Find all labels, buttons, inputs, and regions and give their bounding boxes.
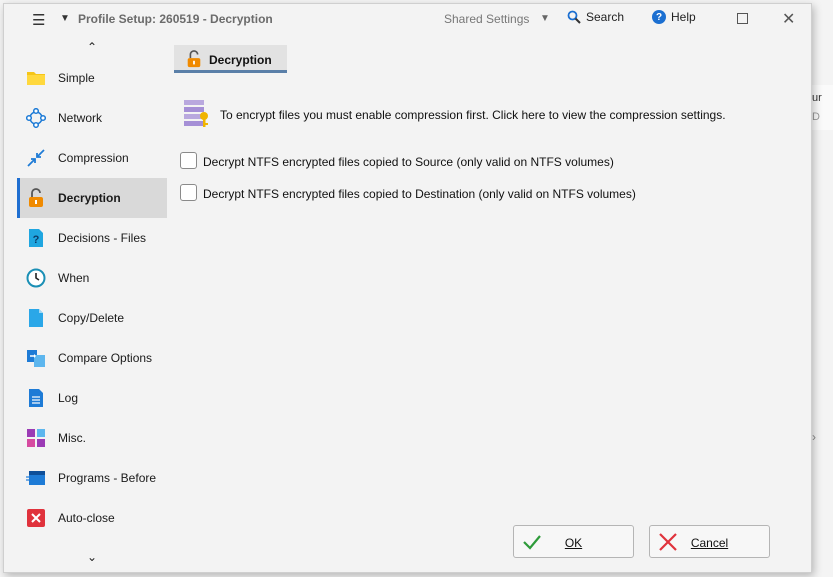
ok-label: OK [564, 536, 583, 550]
shared-settings-dropdown[interactable]: Shared Settings [444, 12, 529, 26]
maximize-icon[interactable] [737, 13, 748, 24]
sidebar-item-label: Decryption [58, 191, 121, 205]
scroll-up-button[interactable]: ⌃ [17, 37, 167, 57]
search-label: Search [586, 10, 625, 24]
background-text: ur [812, 92, 822, 104]
network-icon [26, 108, 46, 128]
chevron-down-icon[interactable]: ▼ [540, 13, 550, 24]
help-label: Help [671, 10, 696, 24]
compression-settings-link[interactable]: To encrypt files you must enable compres… [183, 99, 783, 129]
sidebar-item-misc[interactable]: Misc. [17, 418, 167, 458]
sidebar-item-decisions-files[interactable]: ? Decisions - Files [17, 218, 167, 258]
program-window-icon [26, 471, 45, 485]
compress-icon [27, 149, 45, 167]
folder-icon [27, 72, 45, 85]
question-file-icon: ? [29, 229, 43, 247]
search-button[interactable]: Search [567, 10, 624, 24]
ok-button[interactable]: OK [513, 525, 634, 558]
sidebar-item-log[interactable]: Log [17, 378, 167, 418]
sidebar-item-label: When [58, 271, 90, 285]
unlock-icon [29, 188, 43, 207]
checkbox[interactable] [180, 184, 197, 201]
sidebar-item-label: Decisions - Files [58, 231, 147, 245]
sidebar-item-label: Auto-close [58, 511, 115, 525]
sidebar-item-label: Compare Options [58, 351, 153, 365]
chevron-down-icon: ⌄ [86, 550, 98, 564]
info-text: To encrypt files you must enable compres… [220, 108, 726, 122]
sidebar-item-auto-close[interactable]: Auto-close [17, 498, 167, 538]
checkbox[interactable] [180, 152, 197, 169]
sidebar-item-programs-before[interactable]: Programs - Before [17, 458, 167, 498]
sidebar-item-compare-options[interactable]: Compare Options [17, 338, 167, 378]
sidebar-item-decryption[interactable]: Decryption [17, 178, 167, 218]
scroll-down-button[interactable]: ⌄ [17, 547, 167, 567]
checkbox-label: Decrypt NTFS encrypted files copied to D… [203, 187, 636, 201]
sidebar-item-label: Compression [58, 151, 129, 165]
sidebar-item-label: Log [58, 391, 79, 405]
hamburger-icon[interactable]: ☰ [32, 11, 45, 29]
sidebar-item-label: Copy/Delete [58, 311, 125, 325]
sidebar-item-simple[interactable]: Simple [17, 58, 167, 98]
sidebar-item-label: Programs - Before [58, 471, 157, 485]
sidebar-item-when[interactable]: When [17, 258, 167, 298]
profile-setup-dialog: ☰ ▼ Profile Setup: 260519 - Decryption S… [3, 3, 812, 573]
close-square-icon [27, 509, 45, 527]
sidebar-item-label: Misc. [58, 431, 86, 445]
chevron-down-icon[interactable]: ▼ [60, 13, 70, 24]
close-icon[interactable]: ✕ [782, 9, 795, 29]
decrypt-source-checkbox[interactable]: Decrypt NTFS encrypted files copied to S… [180, 151, 780, 171]
checkbox-label: Decrypt NTFS encrypted files copied to S… [203, 155, 614, 169]
window-title: Profile Setup: 260519 - Decryption [78, 12, 273, 26]
svg-text:?: ? [33, 234, 40, 246]
background-text: D [812, 111, 820, 123]
misc-blocks-icon [27, 429, 45, 447]
background-chevron-right-icon: › [812, 430, 816, 444]
help-button[interactable]: ? Help [652, 10, 696, 24]
decrypt-destination-checkbox[interactable]: Decrypt NTFS encrypted files copied to D… [180, 183, 780, 203]
log-file-icon [29, 389, 43, 407]
file-icon [29, 309, 43, 327]
search-icon [567, 10, 581, 24]
cancel-label: Cancel [690, 536, 729, 550]
main-panel: Decryption To encrypt files you must ena… [174, 44, 804, 524]
compare-files-icon [27, 350, 45, 367]
cancel-button[interactable]: Cancel [649, 525, 770, 558]
sidebar-item-compression[interactable]: Compression [17, 138, 167, 178]
help-icon: ? [652, 10, 666, 24]
chevron-up-icon: ⌃ [86, 40, 98, 54]
compression-key-icon [184, 100, 208, 127]
sidebar-item-label: Network [58, 111, 103, 125]
section-header-decryption: Decryption [174, 45, 287, 73]
sidebar-item-copy-delete[interactable]: Copy/Delete [17, 298, 167, 338]
sidebar-item-label: Simple [58, 71, 95, 85]
unlock-icon [187, 50, 201, 68]
title-bar: ☰ ▼ Profile Setup: 260519 - Decryption S… [4, 4, 811, 34]
clock-icon [26, 268, 46, 288]
sidebar-item-network[interactable]: Network [17, 98, 167, 138]
sidebar: ⌃ Simple Network Compression Decryption … [17, 37, 167, 567]
section-title: Decryption [209, 53, 272, 67]
